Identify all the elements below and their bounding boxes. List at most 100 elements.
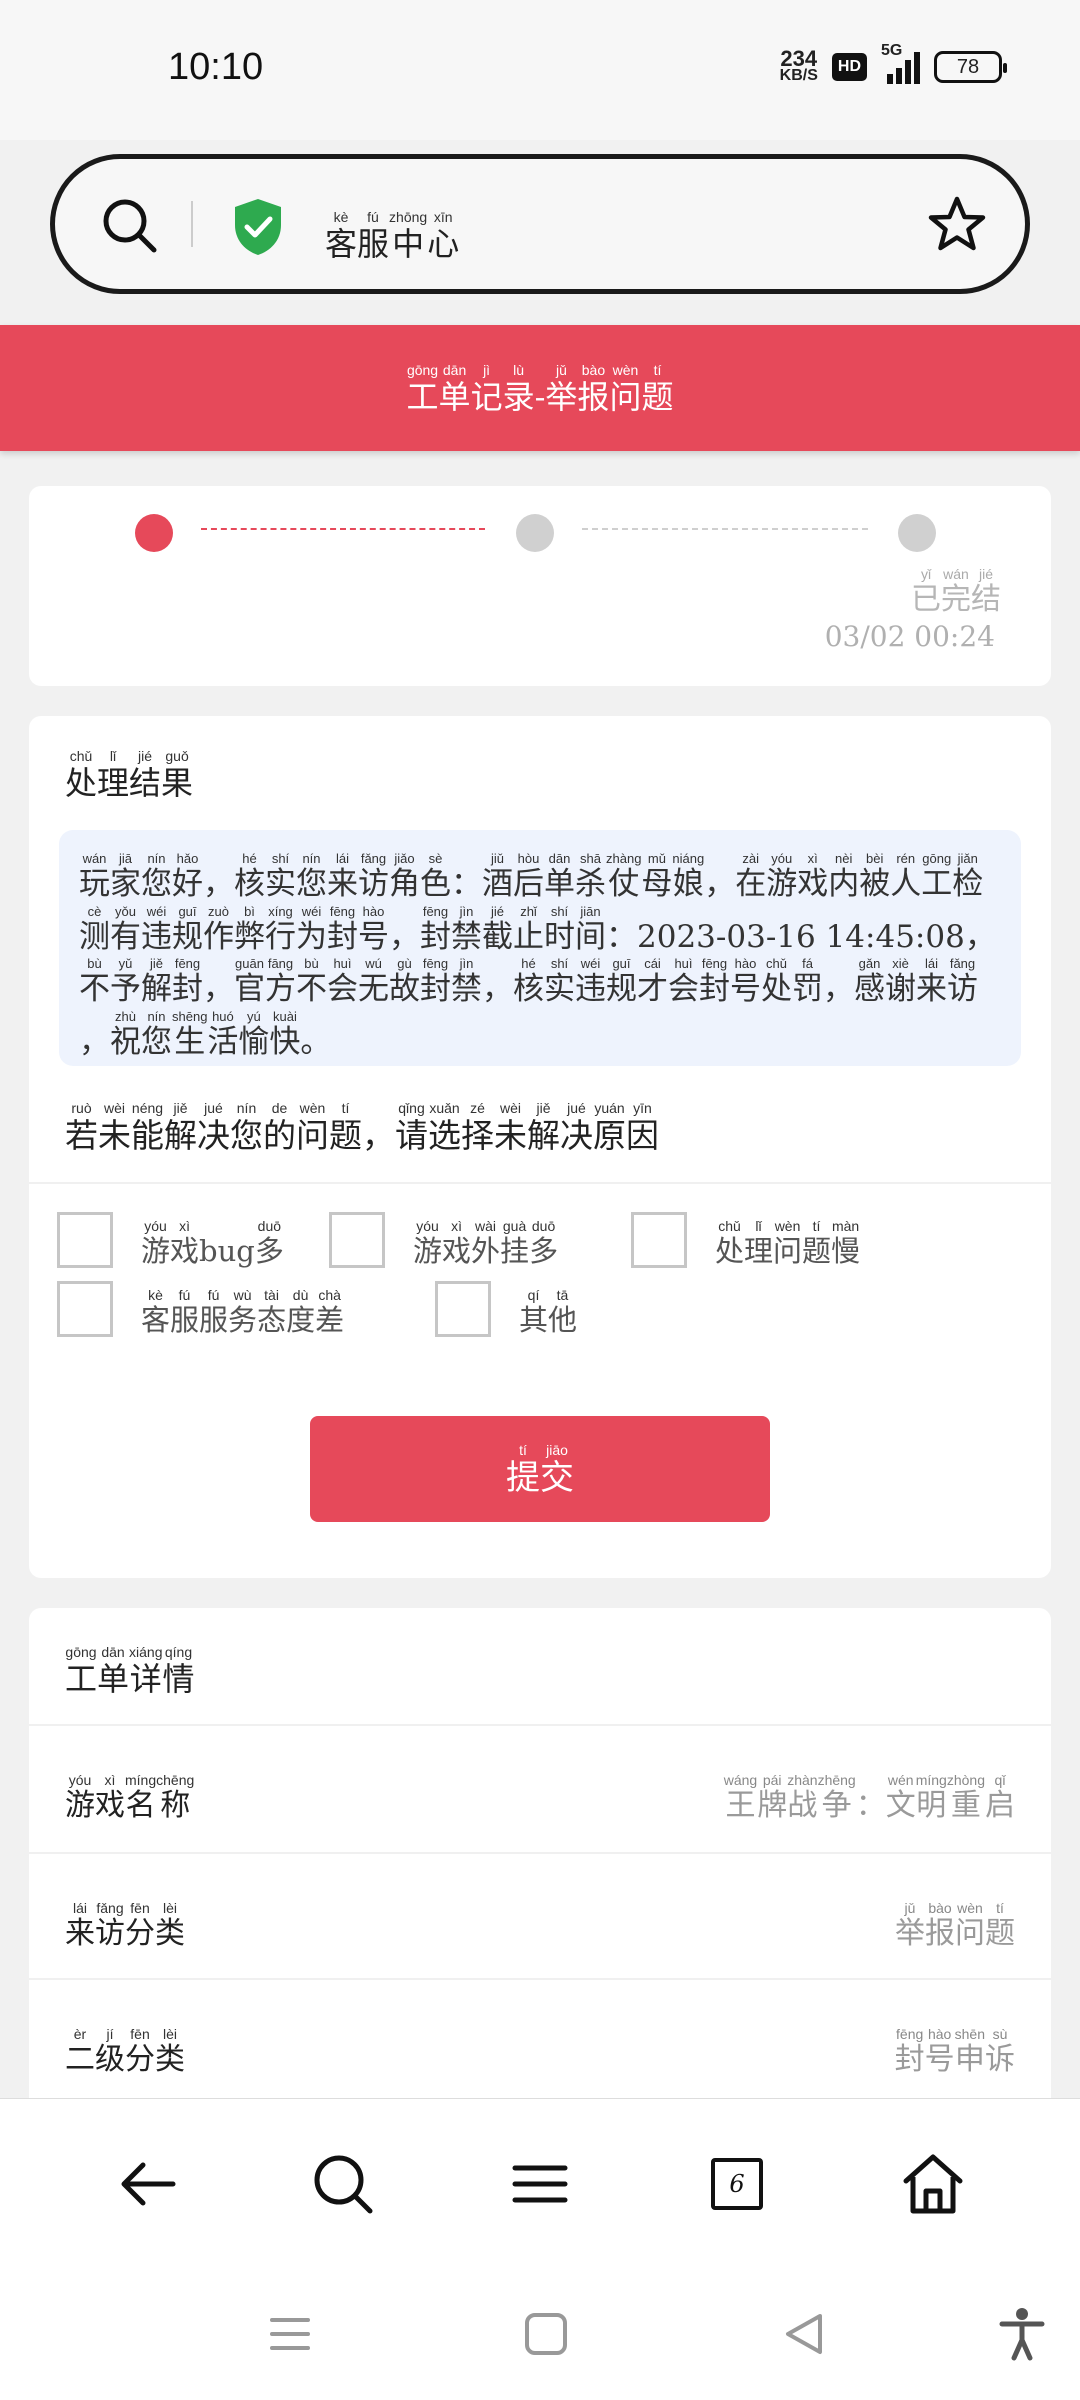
back-triangle-icon[interactable] xyxy=(776,2306,832,2362)
glyph: gōng 工 xyxy=(65,1644,98,1698)
star-icon[interactable] xyxy=(927,195,987,255)
detail-row-subcategory: èr 二 jí 级 fēn 分 lèi 类 fēng 封 hào 号 shēn 申 sù 诉 xyxy=(29,1980,1051,2106)
glyph: qǐ 启 xyxy=(985,1772,1015,1823)
glyph: xuǎn 选 xyxy=(428,1100,461,1155)
option-other[interactable]: qí 其 tā 他 xyxy=(435,1281,577,1337)
option-label: kè 客 fú 服 fú 服 wù 务 tài 态 dù 度 chà 差 xyxy=(141,1285,344,1337)
glyph: ， xyxy=(362,1116,395,1155)
glyph: jiǔ 酒 xyxy=(482,851,513,902)
glyph: sè 色 xyxy=(420,851,451,902)
glyph: jié 结 xyxy=(129,748,162,802)
browser-toolbar: 6 xyxy=(0,2098,1080,2268)
glyph: wèn 问 xyxy=(296,1100,329,1155)
glyph: wù 务 xyxy=(228,1286,258,1337)
glyph: dān 单 xyxy=(97,1644,130,1698)
glyph: wèi 未 xyxy=(494,1100,527,1155)
glyph: rén 人 xyxy=(890,851,922,902)
glyph: xīn 心 xyxy=(427,209,460,263)
glyph: yuán 原 xyxy=(593,1100,626,1155)
divider xyxy=(191,201,193,247)
glyph: xì 戏 xyxy=(797,851,829,902)
glyph: niáng 娘 xyxy=(672,851,705,902)
glyph: zhōng 中 xyxy=(389,209,428,263)
battery-level: 78 xyxy=(956,55,980,78)
checkbox[interactable] xyxy=(631,1212,687,1268)
step-dot-2 xyxy=(516,514,554,552)
glyph: zé 择 xyxy=(461,1100,494,1155)
glyph: huì 会 xyxy=(668,956,699,1008)
glyph: tā 他 xyxy=(548,1286,578,1337)
net-speed-unit: KB/S xyxy=(779,67,818,84)
accessibility-icon[interactable] xyxy=(994,2306,1050,2362)
checkbox[interactable] xyxy=(435,1281,491,1337)
home-icon[interactable] xyxy=(898,2149,968,2219)
option-label: chǔ 处 lǐ 理 wèn 问 tí 题 màn 慢 xyxy=(715,1216,860,1268)
glyph: lái 来 xyxy=(916,956,947,1008)
glyph: fēn 分 xyxy=(125,1900,155,1951)
option-service[interactable]: kè 客 fú 服 fú 服 wù 务 tài 态 dù 度 chà 差 xyxy=(57,1281,344,1337)
glyph: fú 服 xyxy=(199,1286,229,1337)
tab-count: 6 xyxy=(711,2158,763,2210)
pinyin-text: èr 二 jí 级 fēn 分 lèi 类 xyxy=(65,2026,185,2078)
step-final-date: 03/02 00:24 xyxy=(824,620,995,653)
search-icon[interactable] xyxy=(308,2149,378,2219)
glyph: zuò 作 xyxy=(203,903,234,955)
glyph: shā 杀 xyxy=(575,851,606,902)
result-card: chǔ 处 lǐ 理 jié 结 guǒ 果 wán 玩 jiā 家 nín 您 hǎo 好， hé 核 shí 实… xyxy=(29,716,1051,1578)
glyph: lèi 类 xyxy=(155,2026,185,2077)
glyph: de 的 xyxy=(263,1100,296,1155)
tabs-icon[interactable]: 6 xyxy=(702,2149,772,2219)
glyph: zhàn 战 xyxy=(787,1772,818,1823)
glyph: ， xyxy=(203,971,234,1008)
recents-icon[interactable] xyxy=(262,2306,318,2362)
glyph: xíng 行 xyxy=(265,903,296,955)
address-bar[interactable]: kè 客 fú 服 zhōng 中 xīn 心 xyxy=(50,154,1030,294)
glyph: bào 报 xyxy=(925,1900,955,1951)
system-navigation xyxy=(0,2268,1080,2400)
glyph: wài 外 xyxy=(471,1217,501,1268)
glyph: qí 其 xyxy=(519,1286,549,1337)
glyph: fēng 封 xyxy=(894,2026,925,2077)
glyph: míng 明 xyxy=(915,1772,947,1823)
step-final-label: yǐ 已 wán 完 jié 结 xyxy=(911,564,1001,618)
pinyin-text: gōng 工 dān 单 xiáng 详 qíng 情 xyxy=(65,1644,195,1698)
detail-row-game: yóu 游 xì 戏 míng 名 chēng 称 wáng 王 pái 牌 zhàn 战 zhēng 争：… xyxy=(29,1726,1051,1852)
checkbox[interactable] xyxy=(329,1212,385,1268)
glyph: bì 弊 xyxy=(234,903,265,955)
glyph: jiě 解 xyxy=(164,1100,197,1155)
glyph: tí 题 xyxy=(985,1900,1015,1951)
glyph: gù 故 xyxy=(389,956,420,1008)
submit-button[interactable]: tí 提 jiāo 交 xyxy=(310,1416,770,1522)
home-square-icon[interactable] xyxy=(518,2306,574,2362)
glyph: jǔ 举 xyxy=(545,362,578,417)
glyph: lù 录 xyxy=(502,362,535,417)
option-label: yóu 游 xì 戏 wài 外 guà 挂 duō 多 xyxy=(413,1216,558,1268)
menu-icon[interactable] xyxy=(505,2149,575,2219)
option-cheats[interactable]: yóu 游 xì 戏 wài 外 guà 挂 duō 多 xyxy=(329,1212,558,1268)
glyph: dān 单 xyxy=(544,851,575,902)
glyph: yīn 因 xyxy=(626,1100,659,1155)
glyph: fǎng 访 xyxy=(358,851,389,902)
glyph: chǔ 处 xyxy=(65,748,98,802)
glyph: guān 官 xyxy=(234,956,265,1008)
glyph: wán 玩 xyxy=(79,851,110,902)
checkbox[interactable] xyxy=(57,1212,113,1268)
glyph: lái 来 xyxy=(327,851,358,902)
glyph: jiǎn 检 xyxy=(952,851,984,902)
glyph: fēng 封 xyxy=(327,903,358,955)
glyph: fǎng 访 xyxy=(95,1900,125,1951)
glyph: qíng 情 xyxy=(162,1644,195,1698)
glyph: jiě 解 xyxy=(527,1100,560,1155)
back-arrow-icon[interactable] xyxy=(113,2149,183,2219)
glyph: bào 报 xyxy=(577,362,610,417)
glyph: guà 挂 xyxy=(500,1217,530,1268)
checkbox[interactable] xyxy=(57,1281,113,1337)
glyph: sù 诉 xyxy=(985,2026,1015,2077)
glyph: jiě 解 xyxy=(141,956,172,1008)
option-slow[interactable]: chǔ 处 lǐ 理 wèn 问 tí 题 màn 慢 xyxy=(631,1212,860,1268)
pinyin-text: wáng 王 pái 牌 zhàn 战 zhēng 争： wén 文 míng 明 zhòng 重 qǐ 启 xyxy=(724,1772,1015,1824)
glyph: fāng 方 xyxy=(265,956,296,1008)
glyph: shēng 生 xyxy=(172,1008,208,1060)
option-bug[interactable]: yóu 游 xì 戏 bug duō 多 xyxy=(57,1212,284,1268)
search-icon[interactable] xyxy=(99,195,159,255)
